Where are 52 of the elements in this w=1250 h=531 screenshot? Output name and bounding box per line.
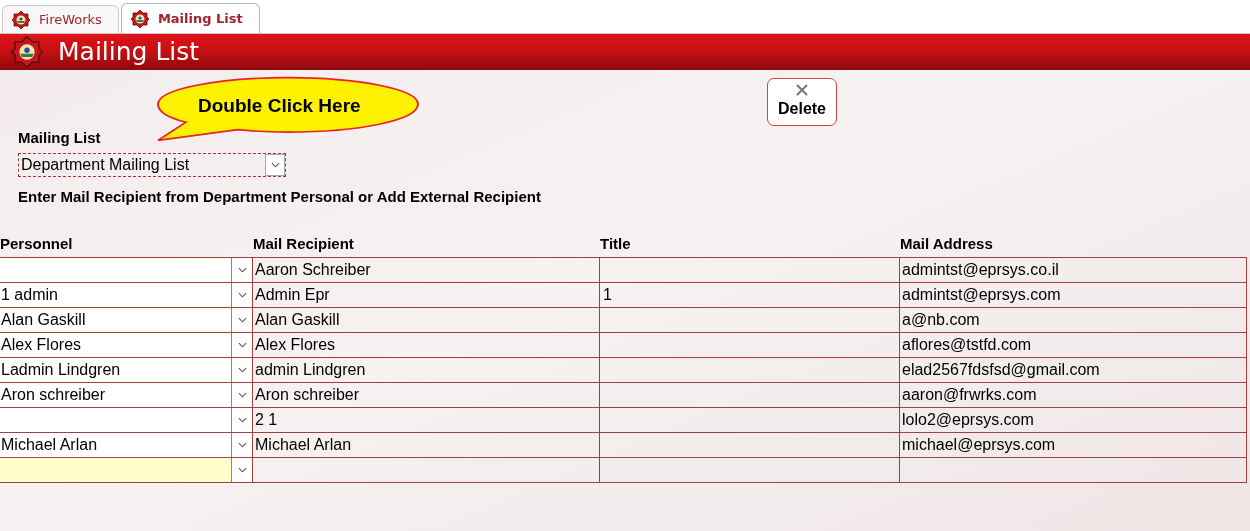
table-cell: admin Lindgren — [253, 358, 600, 382]
personnel-dropdown[interactable] — [0, 458, 253, 482]
chevron-down-icon — [270, 161, 280, 168]
close-icon — [795, 83, 809, 97]
personnel-dropdown[interactable]: Aron schreiber — [0, 383, 253, 407]
personnel-dropdown[interactable] — [0, 258, 253, 282]
table-cell: 2 1 — [253, 408, 600, 432]
badge-icon — [10, 35, 44, 69]
personnel-dropdown[interactable]: Alex Flores — [0, 333, 253, 357]
column-header: Mail Recipient — [253, 235, 355, 254]
tab[interactable]: Mailing List — [120, 3, 260, 33]
table-cell: admintst@eprsys.co.il — [900, 258, 1247, 282]
table-cell: Aaron Schreiber — [253, 258, 600, 282]
tab[interactable]: FireWorks — [2, 5, 119, 33]
chevron-down-icon — [237, 342, 247, 348]
personnel-dropdown[interactable] — [0, 408, 253, 432]
personnel-dropdown[interactable]: Alan Gaskill — [0, 308, 253, 332]
table-cell: Aron schreiber — [253, 383, 600, 407]
instruction-text: Enter Mail Recipient from Department Personal or Add External Recipient — [18, 187, 541, 207]
table-cell: Admin Epr — [253, 283, 600, 307]
field-label: Mailing List — [18, 128, 102, 148]
chevron-down-icon — [237, 417, 247, 423]
table-cell: admintst@eprsys.com — [900, 283, 1247, 307]
table-cell: a@nb.com — [900, 308, 1247, 332]
table-cell: aaron@frwrks.com — [900, 383, 1247, 407]
column-header: Mail Address — [900, 235, 994, 254]
table-cell: elad2567fdsfsd@gmail.com — [900, 358, 1247, 382]
chevron-down-icon — [237, 267, 247, 273]
table-cell: 1 — [600, 283, 900, 307]
personnel-dropdown[interactable]: 1 admin — [0, 283, 253, 307]
page-title: Mailing List — [58, 36, 200, 69]
column-header: Title — [600, 235, 632, 254]
table-cell: Michael Arlan — [253, 433, 600, 457]
delete-button[interactable]: Delete — [767, 78, 837, 126]
callout-text: Double Click Here — [198, 94, 361, 118]
chevron-down-icon — [237, 467, 247, 473]
chevron-down-icon — [237, 442, 247, 448]
column-header: Personnel — [0, 235, 74, 254]
table-cell: michael@eprsys.com — [900, 433, 1247, 457]
chevron-down-icon — [237, 367, 247, 373]
table-cell: Alex Flores — [253, 333, 600, 357]
personnel-dropdown[interactable]: Ladmin Lindgren — [0, 358, 253, 382]
table-cell: aflores@tstfd.com — [900, 333, 1247, 357]
table-cell: lolo2@eprsys.com — [900, 408, 1247, 432]
personnel-dropdown[interactable]: Michael Arlan — [0, 433, 253, 457]
chevron-down-icon — [237, 292, 247, 298]
chevron-down-icon — [237, 317, 247, 323]
badge-icon — [129, 8, 150, 29]
table-cell: Alan Gaskill — [253, 308, 600, 332]
badge-icon — [11, 9, 31, 30]
mailing-list-dropdown[interactable]: Department Mailing List — [18, 152, 286, 177]
chevron-down-icon — [237, 392, 247, 398]
